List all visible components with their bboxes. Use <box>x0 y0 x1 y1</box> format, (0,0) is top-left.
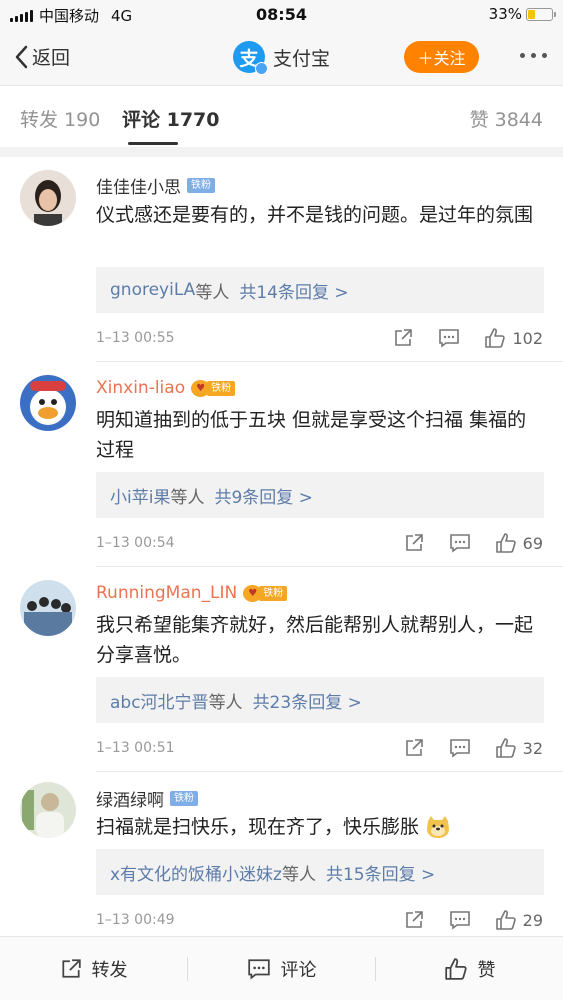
comment-divider <box>96 566 563 567</box>
comment-time: 1–13 00:51 <box>96 740 175 756</box>
comment-text: 我只希望能集齐就好，然后能帮别人就帮别人，一起分享喜悦。 <box>96 614 534 666</box>
nav-bar: 返回 支 支付宝 ＋关注 <box>0 30 563 86</box>
comment-username[interactable]: Xinxin-liao <box>96 378 185 398</box>
repost-button[interactable]: 转发 <box>0 956 187 982</box>
like-count: 102 <box>512 328 543 348</box>
like-count: 32 <box>522 738 543 758</box>
like-count: 69 <box>522 533 543 553</box>
comment-time: 1–13 00:54 <box>96 535 175 551</box>
tab-comments[interactable]: 评论 1770 <box>122 105 220 132</box>
comment-divider <box>96 361 563 362</box>
like-label: 赞 <box>477 959 496 981</box>
verified-badge-icon <box>254 62 268 75</box>
comment-icon[interactable] <box>438 327 460 349</box>
thumb-up-icon[interactable] <box>484 327 506 349</box>
fan-badge: ♥ 铁粉 <box>243 584 288 602</box>
clock: 08:54 <box>256 5 307 24</box>
reply-summary[interactable]: x有文化的饭桶小迷妹z 等人 共15条回复 > <box>96 849 544 895</box>
tab-bar: 转发 190 评论 1770 赞 3844 <box>0 87 563 147</box>
share-icon[interactable] <box>392 327 414 349</box>
comment-text: 明知道抽到的低于五块 但就是享受这个扫福 集福的过程 <box>96 409 527 461</box>
fan-badge: 铁粉 <box>187 177 215 194</box>
thumb-up-icon[interactable] <box>495 737 517 759</box>
thumb-up-icon <box>444 957 467 980</box>
repost-label: 转发 <box>91 959 128 981</box>
reply-summary[interactable]: abc河北宁晋 等人 共23条回复 > <box>96 677 544 723</box>
comment-meta: 1–13 00:51 32 <box>96 736 543 760</box>
comment-time: 1–13 00:49 <box>96 912 175 928</box>
comment-author-row: 绿酒绿啊 铁粉 <box>96 786 198 811</box>
comment-label: 评论 <box>280 959 317 981</box>
status-right: 33% <box>488 5 556 23</box>
comment-time: 1–13 00:55 <box>96 330 175 346</box>
comment-author-row: RunningMan_LIN ♥ 铁粉 <box>96 583 288 603</box>
battery-icon <box>526 7 556 21</box>
share-icon <box>61 958 81 978</box>
avatar[interactable] <box>20 580 76 636</box>
fan-badge: 铁粉 <box>170 790 198 807</box>
comment-meta: 1–13 00:55 102 <box>96 326 543 350</box>
like-count: 29 <box>522 910 543 930</box>
comment-username[interactable]: 佳佳佳小思 <box>96 173 181 198</box>
thumb-up-icon[interactable] <box>495 909 517 931</box>
comment-divider <box>96 771 563 772</box>
comment-text-row: 扫福就是扫快乐，现在齐了，快乐膨胀 <box>96 812 543 842</box>
doge-emoji-icon <box>427 816 450 838</box>
fan-heart-icon: ♥ <box>191 379 211 397</box>
comment-text: 仪式感还是要有的，并不是钱的问题。是过年的氛围 <box>96 204 534 226</box>
comment-text: 扫福就是扫快乐，现在齐了，快乐膨胀 <box>96 816 420 838</box>
battery-percent: 33% <box>488 5 522 23</box>
like-button[interactable]: 赞 <box>376 956 563 982</box>
tab-repost[interactable]: 转发 190 <box>20 105 100 132</box>
reply-summary[interactable]: 小i苹i果 等人 共9条回复 > <box>96 472 544 518</box>
page-title: 支付宝 <box>272 47 330 70</box>
avatar[interactable] <box>20 375 76 431</box>
share-icon[interactable] <box>403 737 425 759</box>
share-icon[interactable] <box>403 909 425 931</box>
comment-author-row: Xinxin-liao ♥ 铁粉 <box>96 378 236 398</box>
share-icon[interactable] <box>403 532 425 554</box>
alipay-logo-icon: 支 <box>232 41 268 75</box>
comment-icon <box>247 958 270 979</box>
section-divider <box>0 147 563 157</box>
fan-heart-icon: ♥ <box>243 584 263 602</box>
avatar[interactable] <box>20 170 76 226</box>
comment-icon[interactable] <box>449 909 471 931</box>
status-bar: 中国移动 4G 08:54 33% <box>0 0 563 30</box>
comment-username[interactable]: 绿酒绿啊 <box>96 786 164 811</box>
thumb-up-icon[interactable] <box>495 532 517 554</box>
reply-summary[interactable]: gnoreyiLA 等人 共14条回复 > <box>96 267 544 313</box>
bottom-action-bar: 转发 评论 赞 <box>0 936 563 1000</box>
tab-likes[interactable]: 赞 3844 <box>470 105 543 132</box>
comment-meta: 1–13 00:54 69 <box>96 531 543 555</box>
comment-button[interactable]: 评论 <box>188 956 375 982</box>
comment-icon[interactable] <box>449 532 471 554</box>
comment-username[interactable]: RunningMan_LIN <box>96 583 237 603</box>
more-dots-icon[interactable] <box>520 53 547 58</box>
fan-badge: ♥ 铁粉 <box>191 379 236 397</box>
active-tab-indicator <box>128 142 178 145</box>
comment-meta: 1–13 00:49 29 <box>96 908 543 932</box>
follow-button[interactable]: ＋关注 <box>404 41 479 73</box>
avatar[interactable] <box>20 782 76 838</box>
comment-icon[interactable] <box>449 737 471 759</box>
comment-author-row: 佳佳佳小思 铁粉 <box>96 173 215 198</box>
